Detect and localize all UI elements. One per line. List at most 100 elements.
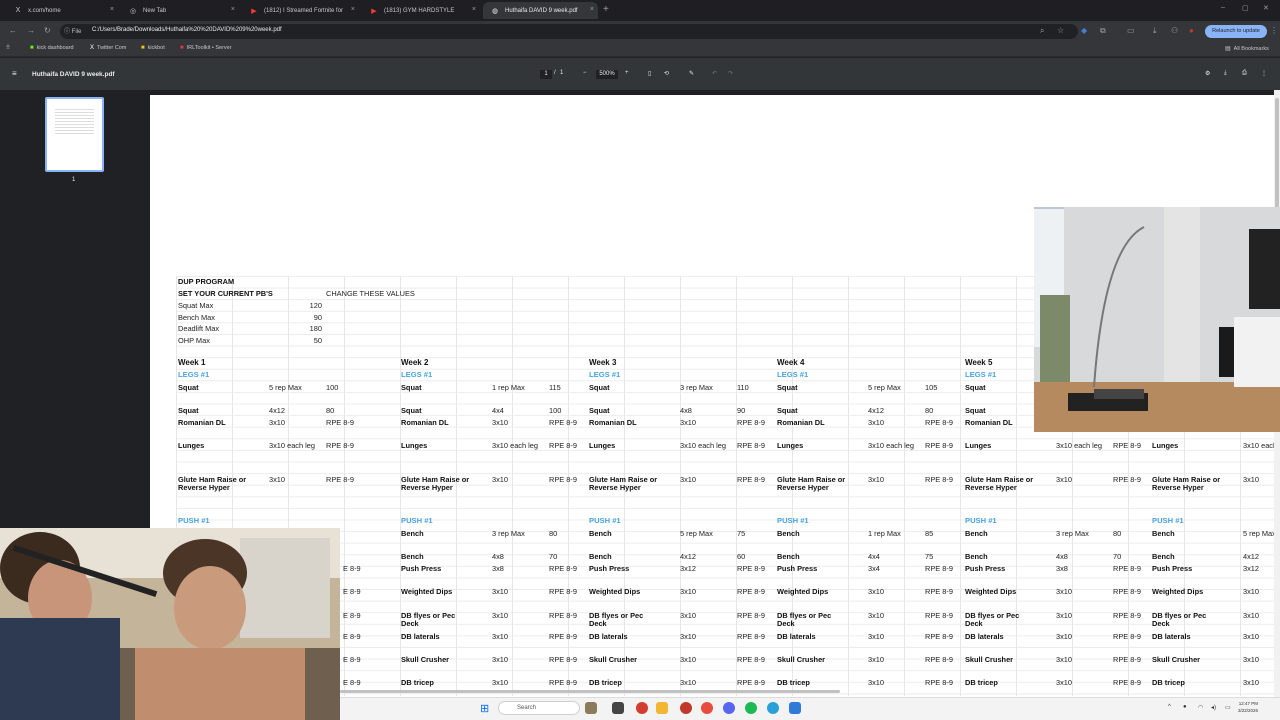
calculator-icon[interactable] — [789, 702, 801, 714]
clock[interactable]: 12:47 PM 3/22/2026 — [1238, 700, 1258, 714]
relaunch-button[interactable]: Relaunch to update — [1205, 25, 1267, 38]
irltoolkit-icon: ■ — [180, 45, 184, 51]
zoom-in-icon[interactable]: + — [625, 70, 629, 76]
browser-tab[interactable]: ◍ Huthaifa DAVID 9 week.pdf × — [483, 2, 598, 19]
back-icon[interactable]: ← — [9, 26, 17, 35]
exercise-name: Bench — [401, 552, 424, 561]
file-explorer-icon[interactable] — [656, 702, 668, 714]
download-icon[interactable]: ⤓ — [1153, 26, 1157, 36]
windows-start-icon[interactable]: ⊞ — [480, 702, 489, 715]
sidepanel-icon[interactable]: ▭ — [1127, 26, 1135, 35]
undo-icon[interactable]: ↶ — [712, 70, 717, 77]
sets-reps: 3 rep Max — [680, 383, 713, 392]
close-window-icon[interactable]: ✕ — [1263, 4, 1269, 12]
exercise-name: DB tricep — [1152, 678, 1185, 687]
tray-app-icon[interactable]: ● — [1183, 704, 1187, 710]
tab-label: New Tab — [143, 7, 167, 14]
url-text[interactable]: C:/Users/Brade/Downloads/Huthaifa%20%20D… — [92, 27, 282, 33]
bookmark-item[interactable]: X Twitter Com — [90, 45, 126, 51]
task-view-icon[interactable] — [612, 702, 624, 714]
max-value[interactable]: 120 — [290, 301, 322, 310]
zoom-icon[interactable]: ⌕ — [1040, 26, 1044, 36]
annotate-icon[interactable]: ✎ — [689, 70, 694, 77]
battery-icon[interactable]: ▭ — [1225, 704, 1231, 711]
taskbar-search[interactable]: Search — [498, 701, 580, 715]
widget-icon[interactable] — [585, 702, 597, 714]
exercise-name: Skull Crusher — [1152, 655, 1201, 664]
wifi-icon[interactable]: ◠ — [1198, 704, 1203, 711]
load-value: E 8-9 — [343, 678, 361, 687]
browser-icon[interactable] — [701, 702, 713, 714]
browser-tab[interactable]: ▶ (1813) GYM HARDSTYLE × — [362, 2, 480, 19]
bookmark-star-icon[interactable]: ☆ — [1057, 26, 1064, 35]
chrome-icon[interactable] — [636, 702, 648, 714]
exercise-name: Bench — [589, 529, 612, 538]
page-number-input[interactable]: 1 — [540, 70, 552, 79]
sets-reps: 3x10 — [1056, 678, 1073, 687]
sets-reps: 3x10 — [868, 587, 885, 596]
menu-dots-icon[interactable]: ⋮ — [1270, 26, 1278, 35]
bookmark-item[interactable]: ■ kick dashboard — [30, 45, 74, 51]
all-bookmarks-button[interactable]: ▤ All Bookmarks — [1225, 45, 1269, 53]
page-thumbnail[interactable] — [45, 97, 104, 172]
exercise-name: Bench — [777, 552, 800, 561]
extension-icon[interactable]: ◆ — [1081, 26, 1087, 35]
tab-close-icon[interactable]: × — [590, 6, 594, 13]
exercise-name: Skull Crusher — [589, 655, 638, 664]
new-tab-button[interactable]: + — [603, 4, 609, 15]
tab-close-icon[interactable]: × — [351, 6, 355, 13]
max-value[interactable]: 180 — [290, 324, 322, 333]
more-options-icon[interactable]: ⋮ — [1261, 70, 1267, 77]
file-scheme-chip[interactable]: ⓘ File — [64, 26, 81, 35]
browser-tab[interactable]: ▶ (1812) I Streamed Fortnite for × — [242, 2, 359, 19]
discord-icon[interactable] — [723, 702, 735, 714]
tab-close-icon[interactable]: × — [231, 6, 235, 13]
exercise-name: Push Press — [777, 564, 818, 573]
horizontal-scroll-thumb[interactable] — [340, 690, 840, 693]
sets-reps: 3x10 — [1056, 655, 1073, 664]
forward-icon[interactable]: → — [27, 26, 35, 35]
app-icon[interactable] — [680, 702, 692, 714]
tab-label: Huthaifa DAVID 9 week.pdf — [505, 7, 578, 14]
sets-reps: 3x10 — [868, 417, 885, 427]
exercise-name: Squat — [965, 383, 986, 392]
fit-page-icon[interactable]: ▯ — [648, 70, 651, 77]
maximize-icon[interactable]: ▢ — [1242, 4, 1249, 12]
rotate-icon[interactable]: ⟲ — [664, 70, 669, 77]
vertical-scroll-thumb[interactable] — [1275, 98, 1279, 208]
profile-icon[interactable]: ⚇ — [1171, 26, 1178, 35]
browser-tab[interactable]: Xx.com/home × — [6, 2, 118, 19]
max-value[interactable]: 50 — [290, 336, 322, 345]
apps-icon[interactable]: ⠿ — [6, 45, 10, 51]
tab-close-icon[interactable]: × — [472, 6, 476, 13]
download-pdf-icon[interactable]: ⤓ — [1224, 70, 1227, 77]
page-total: 1 — [560, 70, 564, 76]
exercise-name: Squat — [965, 405, 986, 415]
avatar[interactable]: ● — [1189, 26, 1194, 35]
redo-icon[interactable]: ↷ — [728, 70, 733, 77]
print-icon[interactable]: ⎙ — [1242, 70, 1247, 77]
zoom-level-input[interactable]: 500% — [596, 70, 618, 79]
hamburger-menu-icon[interactable]: ≡ — [12, 69, 17, 78]
zoom-out-icon[interactable]: − — [583, 70, 587, 76]
minimize-icon[interactable]: – — [1221, 4, 1225, 11]
max-value[interactable]: 90 — [290, 313, 322, 322]
edit-pdf-icon[interactable]: ⚙ — [1205, 70, 1210, 77]
spotify-icon[interactable] — [745, 702, 757, 714]
exercise-name: DB tricep — [965, 678, 998, 687]
tray-chevron-icon[interactable]: ^ — [1168, 704, 1171, 710]
reload-icon[interactable]: ↻ — [44, 26, 51, 35]
browser-tab[interactable]: ◎ New Tab × — [121, 2, 239, 19]
bookmark-item[interactable]: ■ IRLToolkit • Server — [180, 45, 232, 51]
sets-reps: 3x10 — [269, 475, 286, 484]
telegram-icon[interactable] — [767, 702, 779, 714]
volume-icon[interactable]: ◂) — [1211, 704, 1216, 711]
extensions-puzzle-icon[interactable]: ⧉ — [1100, 26, 1106, 36]
exercise-name: Bench — [1152, 552, 1175, 561]
globe-icon: ◎ — [129, 7, 137, 15]
bookmark-item[interactable]: ■ kickbot — [141, 45, 165, 51]
sets-reps: 3x10 — [1056, 475, 1073, 484]
tab-close-icon[interactable]: × — [110, 6, 114, 13]
exercise-name: Push Press — [401, 564, 442, 573]
push-section-label: PUSH #1 — [178, 515, 210, 525]
